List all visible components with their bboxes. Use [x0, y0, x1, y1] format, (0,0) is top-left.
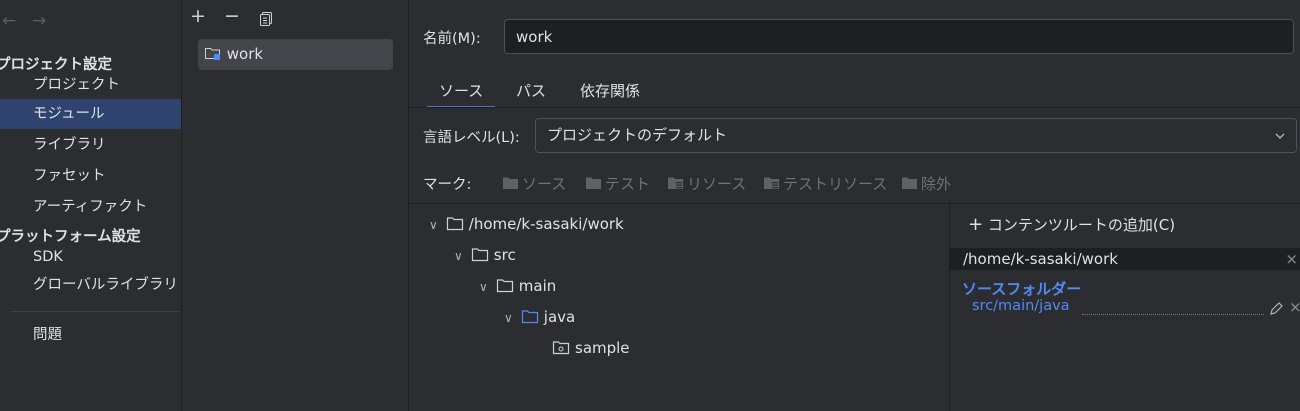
chevron-down-icon: ∨	[429, 218, 438, 232]
content-root-header[interactable]: /home/k-sasaki/work ×	[950, 248, 1300, 270]
tab-sources[interactable]: ソース	[427, 80, 496, 108]
tree-node-label: java	[543, 308, 576, 326]
nav-item-global-libraries[interactable]: グローバルライブラリ	[0, 270, 181, 300]
content-roots-panel: + コンテンツルートの追加(C) /home/k-sasaki/work × ソ…	[950, 204, 1300, 411]
chevron-down-icon	[1274, 119, 1286, 152]
nav-divider	[10, 311, 180, 312]
tree-node[interactable]: ∨ java	[504, 305, 575, 329]
nav-item-libraries[interactable]: ライブラリ	[0, 130, 181, 160]
source-folder-icon	[521, 309, 538, 323]
nav-item-artifacts[interactable]: アーティファクト	[0, 192, 181, 222]
name-input[interactable]	[504, 19, 1294, 54]
tree-node-label: main	[518, 277, 557, 295]
source-folder-path[interactable]: src/main/java	[972, 298, 1070, 314]
folder-icon	[586, 177, 601, 189]
tree-node[interactable]: ∨ src	[454, 243, 516, 267]
mark-sources-button[interactable]: ソース	[502, 173, 566, 194]
tab-divider	[409, 107, 1300, 108]
name-label: 名前(M):	[423, 31, 481, 47]
mark-resources-button[interactable]: リソース	[667, 173, 746, 194]
mark-tests-button[interactable]: テスト	[585, 173, 650, 194]
resource-folder-icon	[668, 177, 683, 189]
settings-nav: ← → プロジェクト設定 プロジェクト モジュール ライブラリ ファセット アー…	[0, 0, 182, 411]
source-folders-header: ソースフォルダー	[962, 280, 1082, 298]
module-details: 名前(M): ソース パス 依存関係 言語レベル(L): プロジェクトのデフォル…	[409, 0, 1300, 411]
module-folder-icon	[205, 48, 220, 60]
plus-icon: +	[968, 214, 984, 235]
language-level-select[interactable]: プロジェクトのデフォルト	[535, 118, 1297, 153]
tree-node-label: /home/k-sasaki/work	[468, 215, 624, 233]
add-content-root-label: コンテンツルートの追加(C)	[987, 216, 1176, 234]
forward-arrow-icon[interactable]: →	[32, 11, 46, 31]
folder-icon	[446, 216, 463, 230]
add-content-root-button[interactable]: + コンテンツルートの追加(C)	[968, 214, 1175, 235]
remove-module-icon[interactable]: −	[224, 6, 240, 26]
package-icon	[552, 340, 570, 354]
add-module-icon[interactable]: +	[190, 6, 206, 26]
module-list-panel: + − work	[182, 0, 409, 411]
tab-dependencies[interactable]: 依存関係	[580, 80, 640, 108]
back-arrow-icon[interactable]: ←	[2, 11, 16, 31]
mark-label: マーク:	[423, 177, 472, 193]
folder-icon	[503, 177, 518, 189]
mark-resources-label: リソース	[687, 175, 747, 193]
close-icon[interactable]: ×	[1285, 248, 1298, 270]
chevron-down-icon: ∨	[479, 280, 488, 294]
folder-icon	[496, 278, 513, 292]
tree-node[interactable]: ∨ /home/k-sasaki/work	[429, 212, 624, 236]
folder-icon	[471, 247, 488, 261]
chevron-down-icon: ∨	[504, 311, 513, 325]
mark-sources-label: ソース	[522, 175, 567, 193]
nav-item-modules[interactable]: モジュール	[0, 99, 181, 129]
language-level-value: プロジェクトのデフォルト	[547, 126, 728, 144]
tree-node[interactable]: sample	[552, 336, 630, 360]
close-icon[interactable]: ×	[1289, 298, 1300, 316]
mark-test-resources-label: テストリソース	[783, 175, 888, 193]
mark-excluded-button[interactable]: 除外	[901, 173, 951, 194]
mark-excluded-label: 除外	[921, 175, 952, 193]
nav-item-facets[interactable]: ファセット	[0, 161, 181, 191]
pencil-icon[interactable]	[1269, 300, 1284, 316]
mark-test-resources-button[interactable]: テストリソース	[763, 173, 887, 194]
content-root-path: /home/k-sasaki/work	[963, 250, 1118, 268]
mark-tests-label: テスト	[605, 175, 651, 193]
test-resource-folder-icon	[764, 177, 779, 189]
chevron-down-icon: ∨	[454, 249, 463, 263]
language-level-label: 言語レベル(L):	[423, 130, 520, 146]
content-root-tree: ∨ /home/k-sasaki/work ∨ src ∨ main ∨ java sa…	[409, 204, 949, 411]
folder-icon	[902, 177, 917, 189]
tree-node-label: src	[493, 246, 516, 264]
tree-node-label: sample	[575, 339, 630, 357]
tab-paths[interactable]: パス	[516, 80, 546, 108]
module-item-work[interactable]: work	[198, 39, 393, 70]
copy-module-icon[interactable]	[258, 8, 274, 28]
nav-item-sdk[interactable]: SDK	[0, 242, 181, 272]
module-item-label: work	[226, 45, 264, 63]
tree-node[interactable]: ∨ main	[479, 274, 556, 298]
nav-item-problems[interactable]: 問題	[0, 320, 181, 350]
nav-item-project[interactable]: プロジェクト	[0, 70, 181, 100]
dotted-leader	[1082, 314, 1264, 315]
